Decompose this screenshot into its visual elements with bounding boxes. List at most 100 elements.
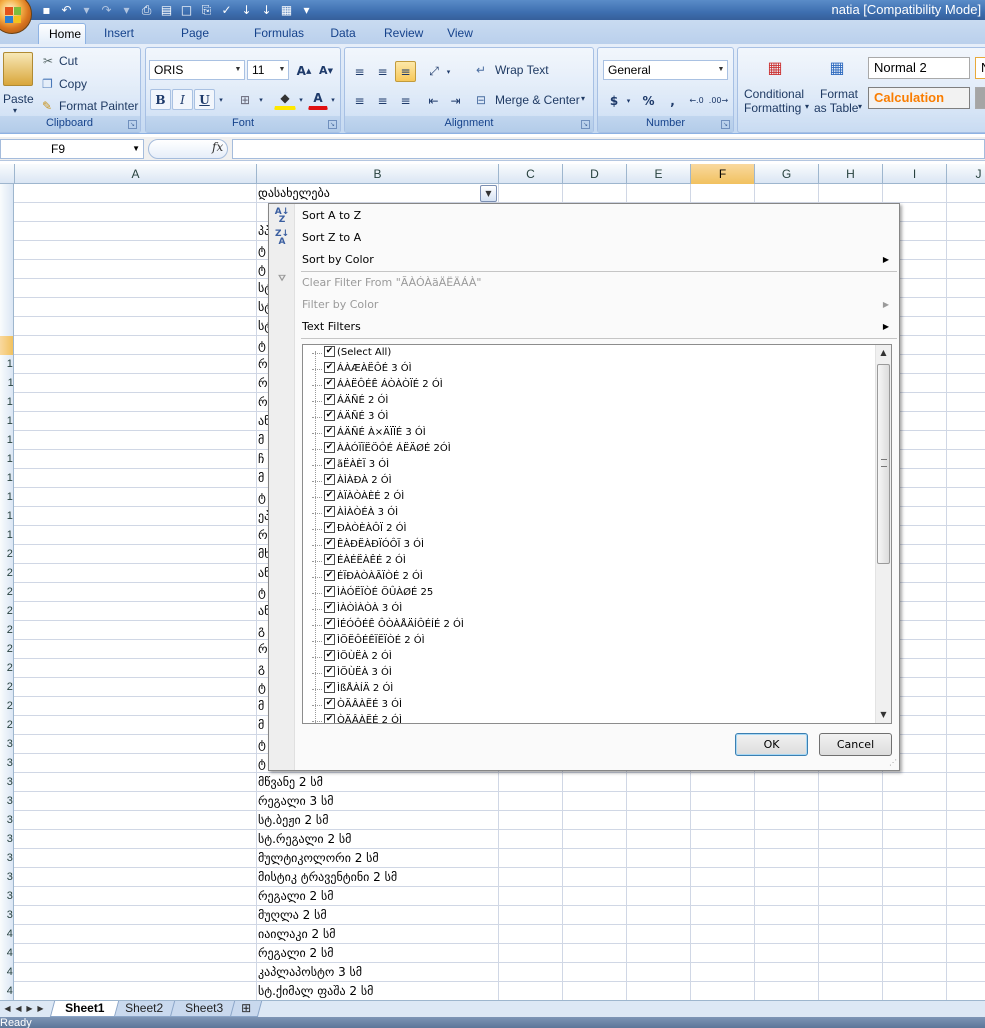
resize-grip-icon[interactable]: ⋰	[887, 758, 897, 768]
tab-page-layout[interactable]: Page Layout	[152, 23, 238, 61]
checkbox-checked-icon[interactable]: ✔	[324, 681, 335, 693]
filter-list-item[interactable]: ✔ ÀÀÓÏÏËÖÔÉ ÁËÄØÉ 2ÓÌ	[312, 441, 451, 457]
fill-color-icon[interactable]: ◆	[274, 89, 296, 110]
row-header[interactable]: 42	[0, 963, 14, 982]
sort-a-to-z-item[interactable]: A↓ Z Sort A to Z	[269, 205, 899, 227]
filter-values-list[interactable]: ✔ (Select All) ✔ ÁÀÆÀËÔÉ 3 ÓÌ ✔ ÁÀËÔÉÊ ÁÒÀÒÏÉ…	[302, 344, 892, 724]
tab-data[interactable]: Data	[318, 23, 368, 44]
new-icon[interactable]: □	[178, 2, 195, 19]
column-header[interactable]: J	[947, 164, 985, 184]
clipboard-launcher-icon[interactable]: ↘	[128, 120, 137, 129]
row-header[interactable]: 1	[0, 184, 14, 203]
row-header[interactable]: 10	[0, 355, 14, 374]
sort-by-color-item[interactable]: Sort by Color ▶	[269, 249, 899, 271]
cell-b[interactable]: სტ.ქიმალ ფაშა 2 სმ	[257, 982, 497, 1000]
formula-input[interactable]	[232, 139, 985, 159]
checkbox-checked-icon[interactable]: ✔	[324, 697, 335, 709]
cell-b[interactable]: მისტიკ ტრავენტინი 2 სმ	[257, 868, 497, 887]
filter-list-item[interactable]: ✔ ÁÄÑÉ 3 ÓÌ	[312, 409, 388, 425]
sort-z-to-a-item[interactable]: Z↓ A Sort Z to A	[269, 227, 899, 249]
percent-button[interactable]: %	[638, 90, 659, 111]
row-header[interactable]: 15	[0, 450, 14, 469]
row-header[interactable]: 11	[0, 374, 14, 393]
first-sheet-icon[interactable]: ◀	[2, 1002, 13, 1016]
ok-button[interactable]: OK	[735, 733, 808, 756]
currency-button[interactable]: $	[604, 90, 624, 111]
filter-list-item[interactable]: ✔ ÉÏÐÀÒÀÃÏÒÉ 2 ÓÌ	[312, 569, 423, 585]
shrink-font-icon[interactable]: A ▼	[316, 61, 336, 80]
format-as-table-button[interactable]: Format	[820, 87, 858, 101]
checkbox-checked-icon[interactable]: ✔	[324, 537, 335, 549]
row-header[interactable]: 34	[0, 811, 14, 830]
row-header[interactable]: 37	[0, 868, 14, 887]
row-header[interactable]: 32	[0, 773, 14, 792]
style-check-cell[interactable]	[975, 87, 985, 109]
row-header[interactable]: 33	[0, 792, 14, 811]
sheet-tab-2[interactable]: Sheet2	[109, 1001, 179, 1017]
row-header[interactable]: 6	[0, 279, 14, 298]
row-header[interactable]: 4	[0, 241, 14, 260]
tab-insert[interactable]: Insert	[92, 23, 146, 44]
row-header[interactable]: 39	[0, 906, 14, 925]
filter-list-item[interactable]: ✔ ÌÖÙËÀ 2 ÓÌ	[312, 649, 392, 665]
align-center-icon[interactable]: ≡	[372, 90, 393, 111]
row-header[interactable]: 16	[0, 469, 14, 488]
decrease-decimal-icon[interactable]: .00→	[708, 90, 729, 111]
column-header[interactable]: D	[563, 164, 627, 184]
column-header[interactable]: I	[883, 164, 947, 184]
scroll-up-icon[interactable]: ▲	[876, 345, 891, 361]
row-header[interactable]: 17	[0, 488, 14, 507]
filter-list-item[interactable]: ✔ ÒÄÂÀËÉ 2 ÓÌ	[312, 713, 402, 723]
number-launcher-icon[interactable]: ↘	[721, 120, 730, 129]
filter-list-item[interactable]: ✔ ãËÀÈÏ 3 ÓÌ	[312, 457, 389, 473]
filter-list-item[interactable]: ✔ ÁÄÑÉ 2 ÓÌ	[312, 393, 388, 409]
scroll-down-icon[interactable]: ▼	[876, 707, 891, 723]
row-header[interactable]: 35	[0, 830, 14, 849]
format-painter-button[interactable]: Format Painter	[59, 99, 138, 113]
cancel-button[interactable]: Cancel	[819, 733, 892, 756]
borders-icon[interactable]: ⊞	[234, 89, 256, 110]
cell-b[interactable]: იაილაკი 2 სმ	[257, 925, 497, 944]
number-format-combo[interactable]: General ▼	[603, 60, 728, 80]
checkbox-checked-icon[interactable]: ✔	[324, 441, 335, 453]
font-name-combo[interactable]: ORIS ▼	[149, 60, 245, 80]
font-size-combo[interactable]: 11 ▼	[247, 60, 289, 80]
row-header[interactable]: 12	[0, 393, 14, 412]
conditional-formatting-button[interactable]: Conditional	[744, 87, 804, 101]
align-middle-icon[interactable]: ≡	[372, 61, 393, 82]
sort-descending-icon[interactable]: ↓	[258, 2, 275, 19]
row-header[interactable]: 26	[0, 659, 14, 678]
checkbox-checked-icon[interactable]: ✔	[324, 361, 335, 373]
cell-b[interactable]: მულტიკოლორი 2 სმ	[257, 849, 497, 868]
checkbox-checked-icon[interactable]: ✔	[324, 585, 335, 597]
row-header[interactable]: 21	[0, 564, 14, 583]
tab-review[interactable]: Review	[374, 23, 430, 44]
row-header[interactable]: 28	[0, 697, 14, 716]
undo-dropdown-icon[interactable]: ▾	[78, 2, 95, 19]
checkbox-checked-icon[interactable]: ✔	[324, 345, 335, 357]
grow-font-icon[interactable]: A ▲	[294, 61, 314, 80]
bold-button[interactable]: B	[150, 89, 171, 110]
cell-b[interactable]: დასახელება	[257, 184, 497, 203]
row-header[interactable]: 3	[0, 222, 14, 241]
insert-sheet-icon[interactable]: ⊞	[229, 1001, 263, 1017]
column-header[interactable]: A	[15, 164, 257, 184]
form-icon[interactable]: ▦	[278, 2, 295, 19]
paste-button[interactable]: Paste	[3, 92, 34, 106]
print-preview-icon[interactable]: ⎙	[138, 2, 155, 19]
checkbox-checked-icon[interactable]: ✔	[324, 521, 335, 533]
spelling-icon[interactable]: ✓	[218, 2, 235, 19]
orientation-icon[interactable]: ⤢	[423, 61, 445, 82]
list-scrollbar[interactable]: ▲ ▼	[875, 345, 891, 723]
row-header[interactable]: 19	[0, 526, 14, 545]
sort-ascending-icon[interactable]: ↓	[238, 2, 255, 19]
checkbox-checked-icon[interactable]: ✔	[324, 409, 335, 421]
row-header[interactable]: 18	[0, 507, 14, 526]
filter-list-item[interactable]: ✔ ÁÀÆÀËÔÉ 3 ÓÌ	[312, 361, 412, 377]
decrease-indent-icon[interactable]: ⇤	[423, 90, 444, 111]
column-header[interactable]: C	[499, 164, 563, 184]
filter-list-item[interactable]: ✔ ÌÉÓÔÉÊ ÔÒÀÅÄÍÔÉÍÉ 2 ÓÌ	[312, 617, 464, 633]
italic-button[interactable]: I	[172, 89, 193, 110]
checkbox-checked-icon[interactable]: ✔	[324, 713, 335, 723]
tab-home[interactable]: Home	[38, 23, 86, 44]
